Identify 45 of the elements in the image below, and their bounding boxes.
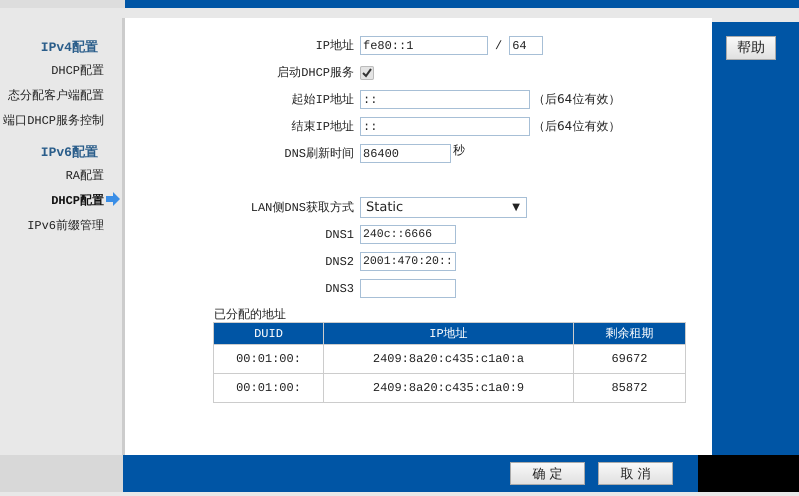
sidebar-item[interactable]: DHCP配置	[51, 64, 104, 78]
unit-text: 秒	[453, 142, 465, 159]
table-cell: 00:01:00:	[214, 344, 324, 374]
confirm-button[interactable]: 确 定	[510, 462, 585, 485]
column-header: IP地址	[324, 322, 574, 344]
field-label: DNS2	[324, 254, 355, 268]
input-field[interactable]: 240c::6666	[360, 225, 456, 244]
column-header: 剩余租期	[574, 322, 686, 344]
sidebar-item[interactable]: 态分配客户端配置	[8, 89, 104, 103]
table-cell: 69672	[574, 344, 686, 374]
cancel-button[interactable]: 取 消	[598, 462, 673, 485]
table-cell: 00:01:00:	[214, 374, 324, 402]
field-label: DNS刷新时间	[283, 146, 355, 162]
sidebar-item[interactable]: DHCP配置	[51, 194, 104, 208]
hint-text: （后64位有效）	[533, 91, 620, 108]
hint-text: （后64位有效）	[533, 118, 620, 135]
help-button[interactable]: 帮助	[726, 36, 776, 60]
table-cell: 2409:8a20:c435:c1a0:a	[324, 344, 574, 374]
field-label: 结束IP地址	[290, 119, 355, 135]
input-field[interactable]	[360, 279, 456, 298]
input-field[interactable]: 86400	[360, 144, 451, 163]
field-label: DNS1	[324, 228, 355, 242]
sidebar-group-title: IPv6配置	[40, 144, 98, 162]
column-header: DUID	[214, 322, 324, 344]
table-cell: 85872	[574, 374, 686, 402]
input-field[interactable]: ::	[360, 117, 530, 136]
input-field[interactable]: 64	[509, 36, 544, 55]
table-title: 已分配的地址	[214, 306, 287, 322]
field-label: 启动DHCP服务	[276, 65, 355, 81]
sidebar-item[interactable]: RA配置	[66, 169, 104, 183]
sidebar-group-title: IPv4配置	[40, 39, 98, 57]
input-field[interactable]: fe80::1	[360, 36, 488, 55]
field-label: IP地址	[314, 38, 355, 54]
dropdown[interactable]: Static ▼	[360, 197, 527, 218]
sidebar-item[interactable]: 端口DHCP服务控制	[3, 114, 104, 128]
field-label: 起始IP地址	[290, 92, 355, 108]
sidebar-item[interactable]: IPv6前缀管理	[27, 219, 104, 233]
arrow-icon	[105, 192, 121, 206]
field-label: DNS3	[324, 282, 355, 296]
input-field[interactable]: ::	[360, 90, 530, 109]
field-label: LAN侧DNS获取方式	[250, 200, 355, 216]
table-cell: 2409:8a20:c435:c1a0:9	[324, 374, 574, 402]
input-field[interactable]: 2001:470:20::	[360, 252, 456, 271]
slash-separator: /	[495, 38, 502, 52]
checkbox[interactable]	[360, 66, 374, 80]
